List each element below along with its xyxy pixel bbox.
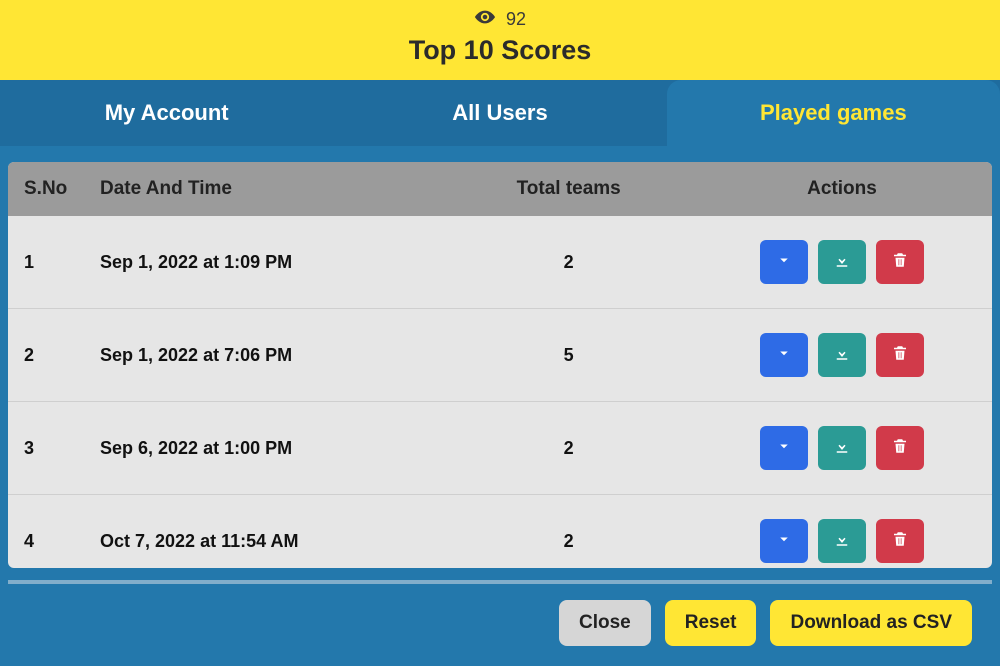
cell-actions [692, 240, 992, 284]
expand-button[interactable] [760, 240, 808, 284]
expand-button[interactable] [760, 426, 808, 470]
expand-button[interactable] [760, 333, 808, 377]
games-table: S.No Date And Time Total teams Actions 1… [8, 162, 992, 568]
table-row: 1Sep 1, 2022 at 1:09 PM2 [8, 216, 992, 309]
cell-teams: 2 [445, 531, 692, 552]
download-button[interactable] [818, 519, 866, 563]
tab-all-users[interactable]: All Users [333, 80, 666, 146]
download-icon [833, 251, 851, 274]
chevron-down-icon [775, 437, 793, 460]
cell-date: Sep 1, 2022 at 7:06 PM [88, 345, 445, 366]
footer-bar: Close Reset Download as CSV [8, 584, 992, 666]
download-button[interactable] [818, 240, 866, 284]
page-title: Top 10 Scores [0, 35, 1000, 66]
cell-actions [692, 519, 992, 563]
cell-date: Oct 7, 2022 at 11:54 AM [88, 531, 445, 552]
reset-button[interactable]: Reset [665, 600, 757, 646]
download-icon [833, 437, 851, 460]
download-button[interactable] [818, 333, 866, 377]
chevron-down-icon [775, 530, 793, 553]
chevron-down-icon [775, 251, 793, 274]
expand-button[interactable] [760, 519, 808, 563]
eye-icon [474, 6, 496, 33]
cell-sno: 4 [8, 531, 88, 552]
table-header-row: S.No Date And Time Total teams Actions [8, 162, 992, 216]
view-count: 92 [0, 6, 1000, 33]
chevron-down-icon [775, 344, 793, 367]
delete-button[interactable] [876, 519, 924, 563]
col-header-teams: Total teams [445, 178, 692, 200]
cell-date: Sep 6, 2022 at 1:00 PM [88, 438, 445, 459]
close-button[interactable]: Close [559, 600, 651, 646]
col-header-actions: Actions [692, 178, 992, 200]
trash-icon [891, 437, 909, 460]
cell-teams: 2 [445, 252, 692, 273]
cell-actions [692, 333, 992, 377]
cell-teams: 2 [445, 438, 692, 459]
table-row: 3Sep 6, 2022 at 1:00 PM2 [8, 402, 992, 495]
tab-my-account[interactable]: My Account [0, 80, 333, 146]
delete-button[interactable] [876, 333, 924, 377]
trash-icon [891, 530, 909, 553]
col-header-sno: S.No [8, 178, 88, 200]
cell-date: Sep 1, 2022 at 1:09 PM [88, 252, 445, 273]
download-icon [833, 530, 851, 553]
trash-icon [891, 344, 909, 367]
col-header-date: Date And Time [88, 178, 445, 200]
cell-teams: 5 [445, 345, 692, 366]
cell-sno: 1 [8, 252, 88, 273]
download-button[interactable] [818, 426, 866, 470]
table-row: 4Oct 7, 2022 at 11:54 AM2 [8, 495, 992, 568]
cell-actions [692, 426, 992, 470]
content-area: S.No Date And Time Total teams Actions 1… [0, 146, 1000, 666]
cell-sno: 3 [8, 438, 88, 459]
view-count-value: 92 [506, 9, 526, 30]
delete-button[interactable] [876, 240, 924, 284]
trash-icon [891, 251, 909, 274]
tab-played-games[interactable]: Played games [667, 80, 1000, 146]
delete-button[interactable] [876, 426, 924, 470]
tab-bar: My Account All Users Played games [0, 80, 1000, 146]
cell-sno: 2 [8, 345, 88, 366]
download-csv-button[interactable]: Download as CSV [770, 600, 972, 646]
table-row: 2Sep 1, 2022 at 7:06 PM5 [8, 309, 992, 402]
header-bar: 92 Top 10 Scores [0, 0, 1000, 80]
download-icon [833, 344, 851, 367]
table-body: 1Sep 1, 2022 at 1:09 PM22Sep 1, 2022 at … [8, 216, 992, 568]
